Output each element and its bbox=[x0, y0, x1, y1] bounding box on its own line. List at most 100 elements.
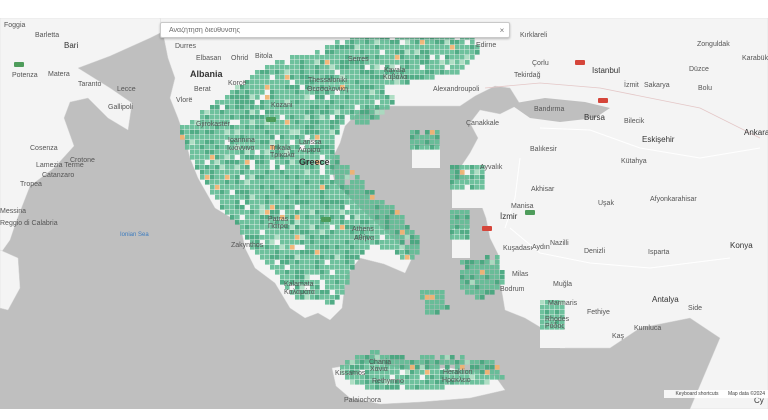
coverage-cell bbox=[215, 145, 220, 150]
map-canvas[interactable]: Foggia Barletta Bari Potenza Matera Taranto Le… bbox=[0, 18, 768, 409]
coverage-cell bbox=[415, 370, 420, 375]
coverage-cell bbox=[260, 75, 265, 80]
coverage-cell bbox=[365, 220, 370, 225]
coverage-cell bbox=[220, 195, 225, 200]
coverage-cell bbox=[365, 105, 370, 110]
coverage-cell bbox=[480, 175, 485, 180]
coverage-cell bbox=[355, 90, 360, 95]
coverage-cell bbox=[340, 120, 345, 125]
coverage-cell bbox=[360, 380, 365, 385]
coverage-cell bbox=[285, 235, 290, 240]
coverage-cell bbox=[225, 195, 230, 200]
coverage-cell bbox=[295, 60, 300, 65]
coverage-cell bbox=[195, 165, 200, 170]
coverage-cell bbox=[265, 205, 270, 210]
coverage-cell bbox=[245, 160, 250, 165]
coverage-cell bbox=[250, 90, 255, 95]
coverage-cell bbox=[400, 240, 405, 245]
coverage-cell bbox=[325, 230, 330, 235]
coverage-cell bbox=[285, 230, 290, 235]
coverage-cell bbox=[365, 375, 370, 380]
coverage-cell bbox=[355, 70, 360, 75]
coverage-cell bbox=[490, 265, 495, 270]
coverage-cell bbox=[290, 240, 295, 245]
coverage-cell bbox=[240, 120, 245, 125]
coverage-cell bbox=[285, 80, 290, 85]
coverage-cell bbox=[345, 45, 350, 50]
coverage-cell bbox=[435, 60, 440, 65]
coverage-cell bbox=[440, 300, 445, 305]
coverage-cell bbox=[230, 105, 235, 110]
coverage-cell bbox=[350, 360, 355, 365]
coverage-cell bbox=[470, 280, 475, 285]
coverage-cell bbox=[380, 105, 385, 110]
coverage-cell bbox=[235, 195, 240, 200]
coverage-cell bbox=[390, 210, 395, 215]
coverage-cell bbox=[320, 245, 325, 250]
coverage-cell bbox=[340, 220, 345, 225]
coverage-cell bbox=[440, 65, 445, 70]
coverage-cell bbox=[405, 255, 410, 260]
coverage-cell bbox=[190, 155, 195, 160]
coverage-cell bbox=[350, 195, 355, 200]
coverage-cell bbox=[225, 210, 230, 215]
coverage-cell bbox=[300, 220, 305, 225]
coverage-cell bbox=[300, 200, 305, 205]
coverage-cell bbox=[300, 60, 305, 65]
coverage-cell bbox=[345, 170, 350, 175]
coverage-cell bbox=[435, 135, 440, 140]
coverage-cell bbox=[420, 290, 425, 295]
coverage-cell bbox=[480, 370, 485, 375]
coverage-cell bbox=[540, 310, 545, 315]
place-label: Denizli bbox=[584, 248, 606, 255]
coverage-cell bbox=[360, 180, 365, 185]
coverage-cell bbox=[255, 225, 260, 230]
coverage-cell bbox=[320, 240, 325, 245]
clear-search-icon[interactable]: × bbox=[495, 26, 509, 35]
place-label: Kuşadası bbox=[503, 245, 533, 252]
coverage-cell bbox=[340, 170, 345, 175]
coverage-cell bbox=[340, 185, 345, 190]
coverage-cell bbox=[320, 250, 325, 255]
coverage-cell bbox=[355, 200, 360, 205]
coverage-cell bbox=[430, 370, 435, 375]
address-search-box[interactable]: × bbox=[160, 22, 510, 38]
coverage-cell bbox=[430, 140, 435, 145]
address-search-input[interactable] bbox=[167, 25, 495, 35]
coverage-cell bbox=[400, 230, 405, 235]
place-label: Edirne bbox=[476, 42, 497, 49]
coverage-cell bbox=[315, 220, 320, 225]
coverage-cell bbox=[485, 265, 490, 270]
coverage-cell bbox=[470, 270, 475, 275]
coverage-cell bbox=[350, 70, 355, 75]
coverage-cell bbox=[265, 185, 270, 190]
coverage-cell bbox=[290, 220, 295, 225]
place-label: Ρόδος bbox=[545, 323, 565, 330]
road-shield-icon bbox=[14, 62, 24, 67]
coverage-cell bbox=[320, 185, 325, 190]
coverage-cell bbox=[210, 110, 215, 115]
coverage-cell bbox=[285, 190, 290, 195]
coverage-cell bbox=[440, 355, 445, 360]
keyboard-shortcuts-link[interactable]: Keyboard shortcuts bbox=[675, 391, 718, 397]
coverage-cell bbox=[270, 85, 275, 90]
coverage-cell bbox=[435, 310, 440, 315]
coverage-cell bbox=[280, 85, 285, 90]
coverage-cell bbox=[205, 150, 210, 155]
coverage-cell bbox=[285, 210, 290, 215]
coverage-cell bbox=[255, 155, 260, 160]
coverage-cell bbox=[405, 65, 410, 70]
coverage-cell bbox=[375, 235, 380, 240]
coverage-cell bbox=[350, 220, 355, 225]
place-label: Düzce bbox=[689, 66, 709, 73]
place-label: Ηράκλειο bbox=[442, 377, 471, 384]
coverage-cell bbox=[255, 185, 260, 190]
coverage-cell bbox=[315, 235, 320, 240]
coverage-cell bbox=[260, 105, 265, 110]
coverage-cell bbox=[475, 275, 480, 280]
coverage-cell bbox=[420, 385, 425, 390]
coverage-cell bbox=[430, 295, 435, 300]
coverage-cell bbox=[235, 175, 240, 180]
coverage-cell bbox=[425, 360, 430, 365]
coverage-cell bbox=[230, 210, 235, 215]
